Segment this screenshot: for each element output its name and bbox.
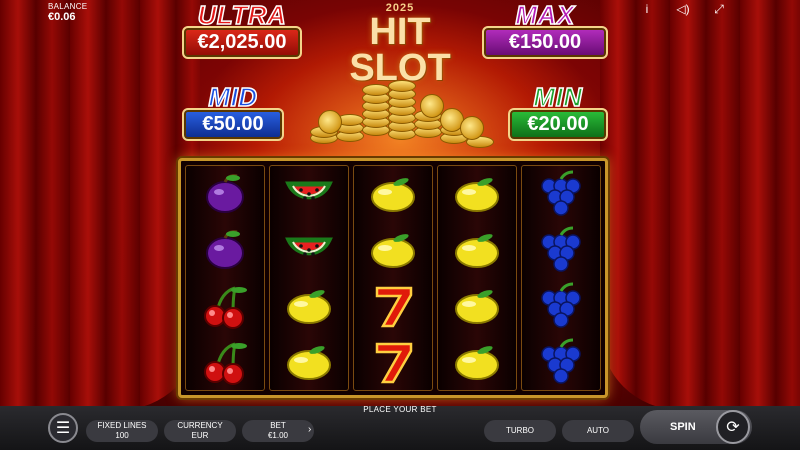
grapes-icon (533, 337, 589, 387)
plum-icon (197, 225, 253, 275)
turbo-button[interactable]: TURBO (484, 420, 556, 442)
reel-2 (269, 165, 349, 391)
balance-label: BALANCE (48, 2, 88, 11)
lemon-icon (281, 281, 337, 331)
hamburger-icon: ☰ (55, 420, 71, 437)
top-icons: i ◁) ⤢ (640, 2, 726, 17)
jackpot-mid-title: MID (208, 82, 258, 112)
bet-control[interactable]: BET €1.00 (242, 420, 314, 442)
grapes-icon (533, 169, 589, 219)
reel-3 (353, 165, 433, 391)
reel-1 (185, 165, 265, 391)
lemon-icon (365, 169, 421, 219)
refresh-icon: ⟳ (726, 419, 740, 436)
jackpot-max: MAX €150.00 (482, 0, 608, 59)
chevron-right-icon[interactable]: › (308, 424, 311, 435)
grapes-icon (533, 281, 589, 331)
jackpot-min-title: MIN (533, 82, 583, 112)
jackpot-ultra-value: €2,025.00 (182, 26, 302, 59)
fixed-lines-control[interactable]: FIXED LINES 100 (86, 420, 158, 442)
jackpot-min-value: €20.00 (508, 108, 608, 141)
currency-label: CURRENCY (177, 421, 223, 430)
spin-label: SPIN (670, 421, 696, 433)
bet-label: BET (270, 421, 286, 430)
jackpot-mid: MID €50.00 (182, 82, 284, 141)
reel-5 (521, 165, 601, 391)
lemon-icon (449, 169, 505, 219)
curtain-right (600, 0, 800, 410)
balance-value: €0.06 (48, 11, 76, 23)
plum-icon (197, 169, 253, 219)
menu-button[interactable]: ☰ (48, 413, 78, 443)
watermelon-icon (281, 169, 337, 219)
seven-icon (365, 281, 421, 331)
currency-control[interactable]: CURRENCY EUR (164, 420, 236, 442)
lemon-icon (449, 337, 505, 387)
jackpot-min: MIN €20.00 (508, 82, 608, 141)
auto-button[interactable]: AUTO (562, 420, 634, 442)
cherry-icon (197, 337, 253, 387)
jackpot-max-title: MAX (515, 0, 575, 30)
lemon-icon (281, 337, 337, 387)
fullscreen-icon[interactable]: ⤢ (712, 2, 726, 17)
balance-display: BALANCE €0.06 (48, 2, 87, 23)
reel-4 (437, 165, 517, 391)
cherry-icon (197, 281, 253, 331)
fixed-lines-value: 100 (115, 431, 129, 440)
lemon-icon (449, 225, 505, 275)
jackpot-ultra-title: ULTRA (197, 0, 287, 30)
grapes-icon (533, 225, 589, 275)
lemon-icon (365, 225, 421, 275)
seven-icon (365, 337, 421, 387)
lemon-icon (449, 281, 505, 331)
bet-value: €1.00 (267, 431, 289, 440)
jackpot-mid-value: €50.00 (182, 108, 284, 141)
info-icon[interactable]: i (640, 2, 654, 17)
currency-value: EUR (191, 431, 209, 440)
fixed-lines-label: FIXED LINES (97, 421, 147, 430)
jackpot-max-value: €150.00 (482, 26, 608, 59)
sound-icon[interactable]: ◁) (676, 2, 690, 17)
turbo-label: TURBO (506, 426, 534, 435)
auto-label: AUTO (586, 426, 610, 435)
reel-grid (178, 158, 608, 398)
spin-circle-button[interactable]: ⟳ (716, 410, 750, 444)
watermelon-icon (281, 225, 337, 275)
coin-pile (300, 70, 500, 170)
curtain-left (0, 0, 200, 410)
jackpot-ultra: ULTRA €2,025.00 (182, 0, 302, 59)
